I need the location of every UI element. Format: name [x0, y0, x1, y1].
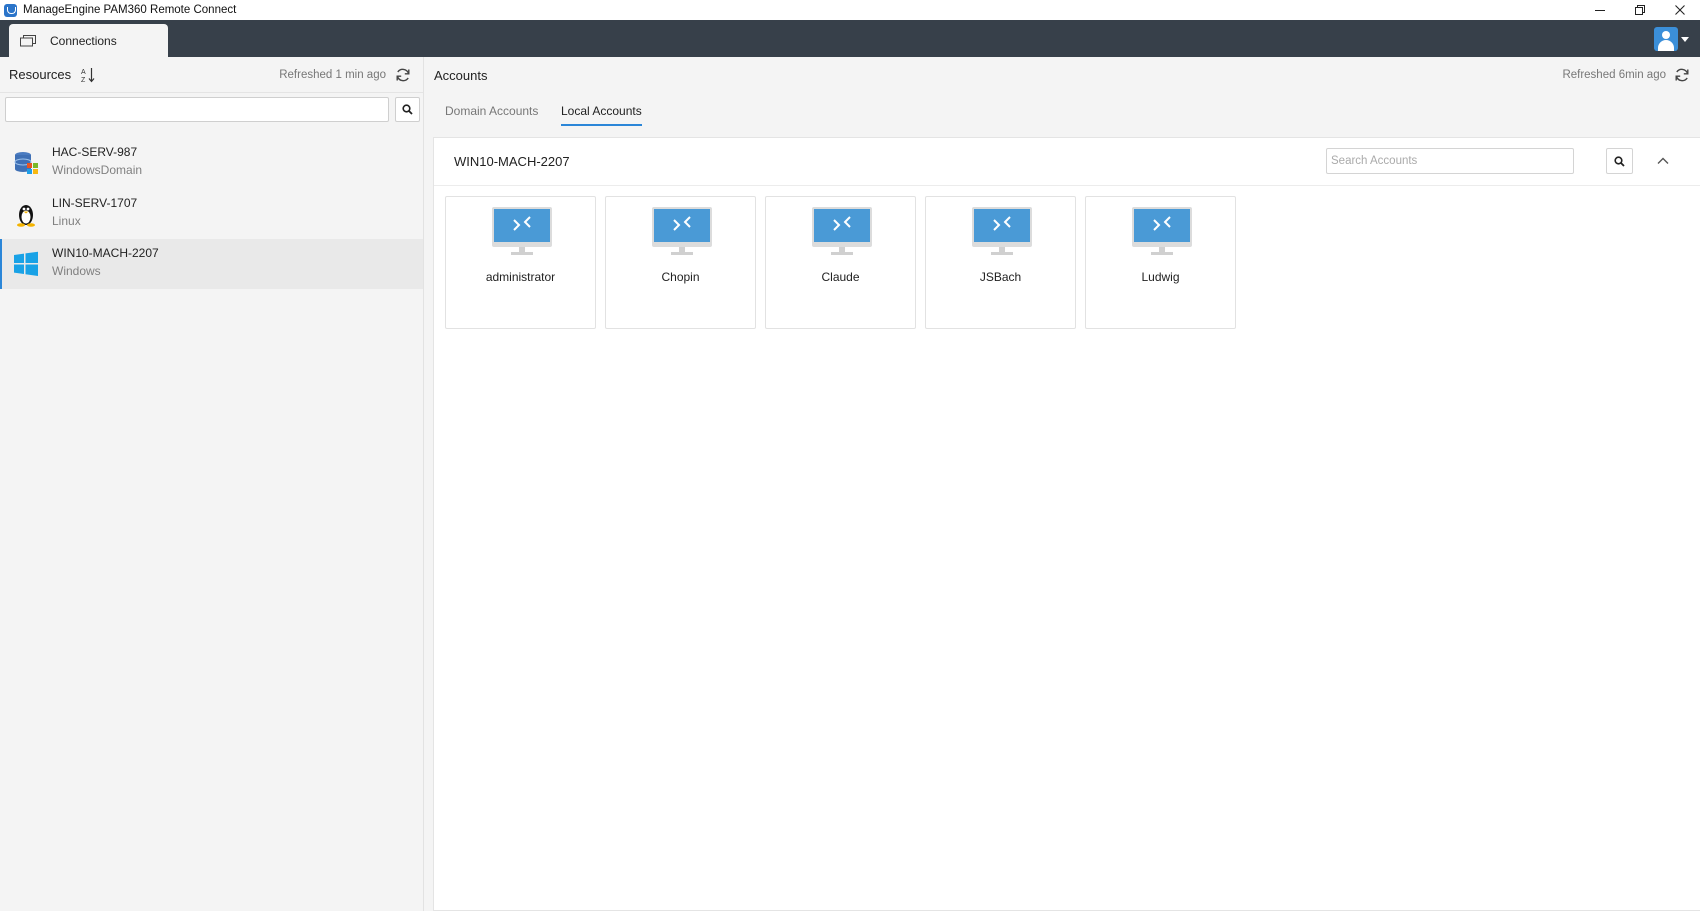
accounts-search-button[interactable]	[1606, 148, 1633, 174]
chevron-up-icon[interactable]	[1655, 153, 1671, 169]
close-icon	[1675, 5, 1685, 15]
resources-search-input[interactable]	[5, 97, 389, 122]
refresh-icon[interactable]	[395, 67, 411, 83]
linux-icon	[17, 204, 35, 227]
accounts-tabs: Domain Accounts Local Accounts	[424, 93, 1700, 137]
resource-type: WindowsDomain	[52, 163, 143, 177]
resources-panel: Resources A Z Refreshed 1 min ago HAC-SE…	[0, 57, 424, 911]
accounts-header: Accounts Refreshed 6min ago	[424, 57, 1700, 93]
account-name: Ludwig	[1141, 270, 1180, 284]
close-button[interactable]	[1660, 0, 1700, 20]
account-cards: administrator Chopin Claude JSBach Ludwi…	[445, 196, 1245, 329]
resources-refreshed-text: Refreshed 1 min ago	[279, 68, 386, 81]
resources-list: HAC-SERV-987 WindowsDomain LIN-SERV-1707…	[0, 138, 423, 290]
remote-desktop-icon	[972, 207, 1032, 255]
windows-icon	[14, 251, 38, 276]
remote-desktop-icon	[492, 207, 552, 255]
resources-search-row	[0, 93, 423, 131]
resource-item-selected[interactable]: WIN10-MACH-2207 Windows	[0, 239, 423, 289]
account-name: Claude	[821, 270, 860, 284]
account-name: administrator	[485, 270, 556, 284]
remote-desktop-icon	[652, 207, 712, 255]
window-controls	[1580, 0, 1700, 20]
resources-header: Resources A Z Refreshed 1 min ago	[0, 57, 423, 93]
accounts-search-input[interactable]	[1326, 148, 1574, 174]
resource-type: Linux	[52, 213, 81, 228]
account-card[interactable]: Chopin	[605, 196, 756, 329]
windows-domain-icon	[14, 152, 38, 174]
user-avatar-icon	[1654, 27, 1678, 51]
resource-item[interactable]: HAC-SERV-987 WindowsDomain	[0, 138, 423, 188]
accounts-content: WIN10-MACH-2207 Search Accounts administ…	[433, 137, 1700, 911]
remote-desktop-icon	[812, 207, 872, 255]
caret-down-icon	[1681, 36, 1689, 42]
svg-text:A: A	[81, 69, 86, 76]
account-card[interactable]: Claude	[765, 196, 916, 329]
tab-domain-accounts[interactable]: Domain Accounts	[445, 104, 538, 124]
connections-icon	[20, 34, 36, 46]
refresh-icon[interactable]	[1674, 67, 1690, 83]
app-window: ManageEngine PAM360 Remote Connect Conne…	[0, 0, 1700, 911]
accounts-panel: Accounts Refreshed 6min ago Domain Accou…	[424, 57, 1700, 911]
minimize-icon	[1595, 10, 1605, 11]
account-card[interactable]: administrator	[445, 196, 596, 329]
user-menu-button[interactable]	[1654, 27, 1689, 51]
tab-local-accounts[interactable]: Local Accounts	[561, 104, 642, 126]
machine-name: WIN10-MACH-2207	[454, 154, 570, 169]
resource-type: Windows	[52, 264, 101, 278]
tab-label: Connections	[50, 33, 117, 48]
app-shield-icon	[4, 3, 17, 17]
resource-name: LIN-SERV-1707	[52, 195, 138, 210]
title-bar: ManageEngine PAM360 Remote Connect	[0, 0, 1700, 20]
minimize-button[interactable]	[1580, 0, 1620, 20]
account-card[interactable]: Ludwig	[1085, 196, 1236, 329]
restore-icon	[1635, 5, 1645, 15]
tab-connections[interactable]: Connections	[9, 24, 168, 57]
sort-az-icon[interactable]: A Z	[81, 67, 95, 83]
search-icon	[1614, 155, 1625, 167]
tab-bar: Connections	[0, 20, 1700, 57]
machine-header: WIN10-MACH-2207	[434, 138, 1700, 186]
search-icon	[402, 104, 413, 115]
remote-desktop-icon	[1132, 207, 1192, 255]
resource-name: HAC-SERV-987	[52, 145, 138, 159]
account-name: JSBach	[979, 270, 1022, 284]
restore-button[interactable]	[1620, 0, 1660, 20]
svg-text:Z: Z	[81, 77, 86, 83]
resource-name: WIN10-MACH-2207	[52, 246, 159, 260]
resources-title: Resources	[9, 67, 72, 82]
accounts-refreshed-text: Refreshed 6min ago	[1562, 69, 1666, 81]
window-title: ManageEngine PAM360 Remote Connect	[23, 4, 237, 16]
account-name: Chopin	[661, 270, 700, 284]
resources-search-button[interactable]	[395, 97, 420, 122]
accounts-title: Accounts	[434, 67, 488, 83]
resource-item[interactable]: LIN-SERV-1707 Linux	[0, 189, 423, 239]
account-card[interactable]: JSBach	[925, 196, 1076, 329]
